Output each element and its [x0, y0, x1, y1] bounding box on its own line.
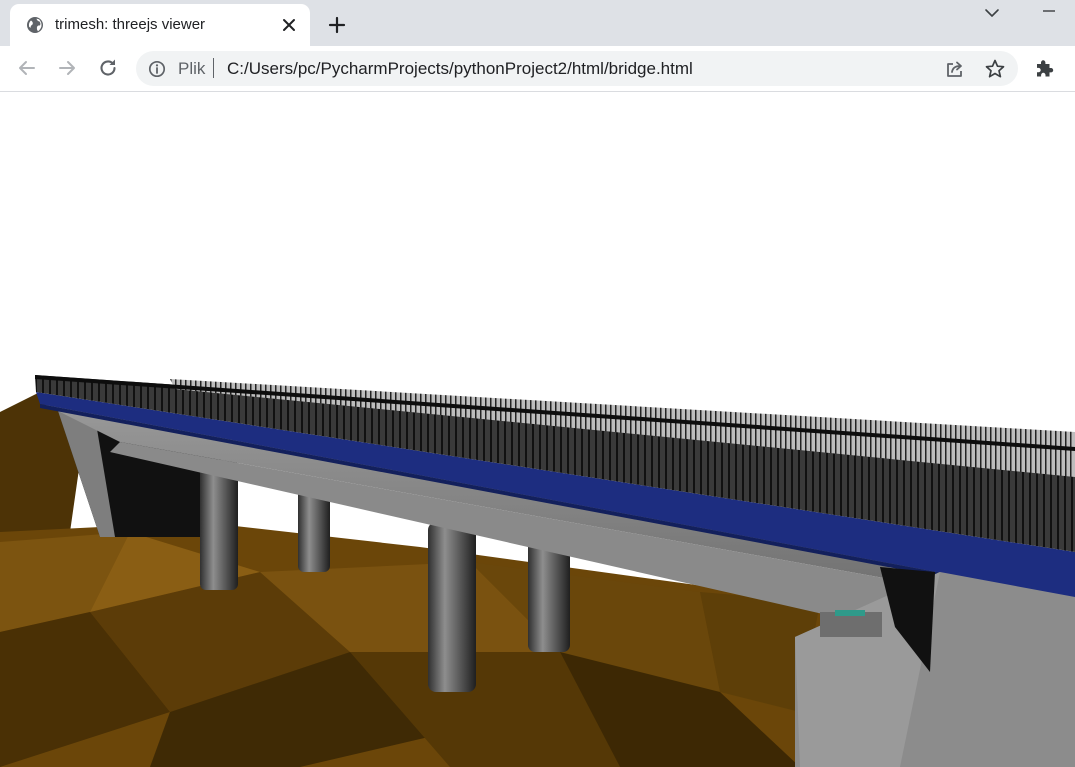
omnibox-divider [213, 58, 214, 78]
share-icon[interactable] [944, 58, 966, 80]
bridge-scene[interactable] [0, 92, 1075, 767]
threejs-viewport[interactable] [0, 92, 1075, 767]
arrow-right-icon[interactable] [55, 56, 79, 80]
info-icon[interactable] [148, 60, 166, 78]
minimize-icon[interactable] [1038, 0, 1060, 22]
browser-window: trimesh: threejs viewer Plik C:/Users/pc… [0, 0, 1075, 767]
chevron-down-icon[interactable] [982, 4, 1002, 22]
globe-icon [27, 17, 43, 33]
browser-toolbar: Plik C:/Users/pc/PycharmProjects/pythonP… [0, 46, 1075, 92]
url-text[interactable]: C:/Users/pc/PycharmProjects/pythonProjec… [227, 59, 693, 79]
plus-icon[interactable] [326, 14, 348, 36]
star-icon[interactable] [984, 58, 1006, 80]
tab-strip: trimesh: threejs viewer [0, 0, 1075, 46]
address-bar[interactable]: Plik C:/Users/pc/PycharmProjects/pythonP… [136, 51, 1018, 86]
reload-icon[interactable] [96, 56, 120, 80]
arrow-left-icon[interactable] [15, 56, 39, 80]
puzzle-icon[interactable] [1034, 57, 1056, 79]
active-tab[interactable]: trimesh: threejs viewer [10, 4, 310, 46]
close-icon[interactable] [280, 16, 298, 34]
tab-title: trimesh: threejs viewer [55, 16, 206, 33]
scheme-label: Plik [178, 59, 206, 78]
